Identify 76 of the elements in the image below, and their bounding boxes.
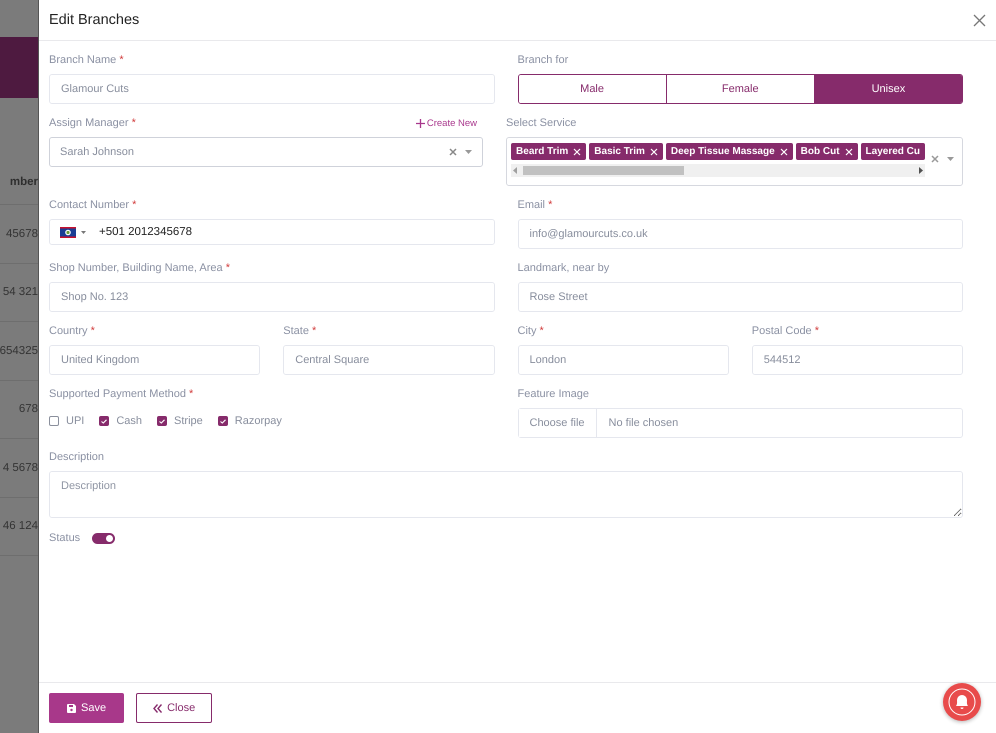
field-label: Status — [49, 532, 80, 544]
checkbox-label: Cash — [116, 415, 142, 427]
plus-icon — [416, 118, 425, 128]
clear-icon[interactable] — [449, 148, 458, 156]
toggle-switch[interactable] — [92, 532, 116, 544]
phone-field[interactable]: +501 2012345678 — [49, 219, 494, 245]
remove-icon[interactable] — [780, 148, 788, 156]
save-button[interactable]: Save — [49, 693, 124, 723]
bell-icon — [948, 688, 976, 716]
field-label: Shop Number, Building Name, Area * — [49, 262, 230, 274]
caret-icon — [947, 157, 954, 161]
table-cell: 45678 — [6, 228, 38, 240]
field-label: Supported Payment Method * — [49, 388, 194, 400]
input-field[interactable]: Central Square — [283, 345, 494, 375]
checkbox-label: Razorpay — [234, 415, 282, 427]
service-tag: Layered Cu — [860, 143, 925, 160]
remove-icon[interactable] — [650, 148, 658, 156]
field-label: Contact Number * — [49, 199, 136, 211]
caret-icon — [465, 150, 472, 154]
select-field[interactable]: Sarah Johnson — [49, 137, 484, 167]
input-field[interactable]: 544512 — [752, 345, 963, 375]
right-arrow-icon[interactable] — [919, 167, 923, 174]
phone-number-input[interactable]: +501 2012345678 — [91, 226, 484, 238]
table-cell: 654325 — [0, 344, 38, 357]
service-tag: Deep Tissue Massage — [666, 143, 793, 160]
remove-icon[interactable] — [573, 148, 582, 156]
choose-file-button[interactable]: Choose file — [518, 409, 597, 437]
field-label: Assign Manager * — [49, 117, 136, 129]
header-banner — [0, 37, 38, 98]
field-label: Postal Code * — [752, 325, 820, 337]
field-label: Description — [49, 451, 104, 463]
create-new-link[interactable]: Create New — [416, 118, 478, 128]
input-field[interactable]: Shop No. 123 — [49, 282, 494, 312]
service-tag: Basic Trim — [589, 143, 663, 160]
caret-icon[interactable] — [81, 230, 86, 234]
checkbox[interactable] — [49, 416, 59, 426]
checkbox[interactable] — [218, 416, 228, 426]
checkbox[interactable] — [99, 416, 110, 426]
input-field[interactable]: Rose Street — [518, 282, 963, 312]
modal-title: Edit Branches — [49, 12, 140, 28]
close-icon[interactable] — [973, 14, 986, 26]
field-label: Email * — [518, 199, 552, 211]
file-field[interactable]: Choose file No file chosen — [518, 408, 963, 438]
input-field[interactable]: info@glamourcuts.co.uk — [518, 219, 963, 249]
field-label: Feature Image — [518, 388, 590, 400]
field-label: Branch Name * — [49, 54, 124, 66]
remove-icon[interactable] — [844, 148, 853, 156]
field-label: Select Service — [506, 117, 576, 129]
checkbox-label: Stripe — [174, 415, 203, 427]
scrollbar[interactable] — [511, 164, 925, 177]
table-cell: 678 — [18, 403, 38, 416]
field-label: Country * — [49, 325, 95, 337]
table-cell: 4 5678 — [2, 462, 38, 474]
segment-option[interactable]: Unisex — [814, 75, 962, 103]
table-cell: 46 124 — [2, 520, 38, 532]
input-field[interactable]: United Kingdom — [49, 345, 260, 375]
input-field[interactable]: Glamour Cuts — [49, 74, 494, 104]
file-status: No file chosen — [608, 416, 678, 431]
field-label: Branch for — [518, 54, 568, 66]
multiselect-field[interactable]: Beard Trim Basic Trim Deep Tissue Massage Bob Cut Layered Cu — [506, 137, 963, 186]
field-label: State * — [283, 325, 316, 337]
input-field[interactable]: London — [518, 345, 729, 375]
checkbox-label: UPI — [66, 415, 84, 427]
checkbox[interactable] — [157, 416, 168, 426]
field-label: Landmark, near by — [518, 262, 610, 274]
clear-icon[interactable] — [931, 155, 939, 163]
description-field[interactable]: Description — [49, 471, 963, 518]
service-tag: Beard Trim — [511, 143, 586, 160]
flag-icon[interactable] — [60, 226, 76, 238]
table-cell: 54 321 — [2, 286, 38, 298]
double-chevron-icon — [153, 704, 162, 712]
table-header: mber — [10, 176, 38, 188]
close-button[interactable]: Close — [136, 693, 212, 723]
service-tag: Bob Cut — [796, 143, 858, 160]
field-label: City * — [518, 325, 544, 337]
floppy-icon — [67, 704, 76, 712]
